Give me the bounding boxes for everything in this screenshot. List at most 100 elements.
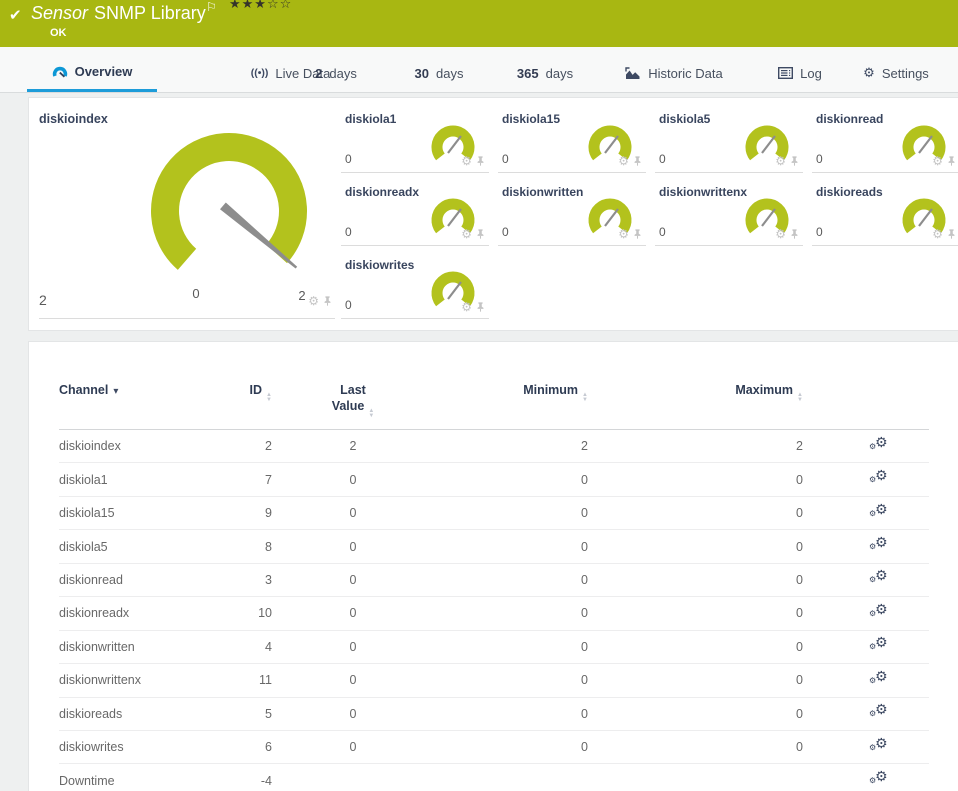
pin-icon[interactable] [789,155,800,167]
channel-maximum: 0 [588,730,803,765]
channel-name[interactable]: diskionwritten [59,630,214,665]
gear-icon[interactable]: ⚙ [308,295,319,307]
channel-settings-icon[interactable]: ⚙ ⚙ [869,535,889,553]
channel-minimum [434,763,588,791]
gauge-needle [447,135,462,154]
channel-last-value: 0 [272,496,434,531]
area-chart-icon [625,66,640,79]
channel-settings-icon[interactable]: ⚙ ⚙ [869,602,889,620]
tab-30-days[interactable]: 30 days [403,54,475,92]
channel-maximum: 2 [588,429,803,464]
table-row[interactable]: diskiowrites 6 0 0 0 ⚙ ⚙ [59,730,929,765]
gear-icon[interactable]: ⚙ [775,228,786,240]
channel-settings-icon[interactable]: ⚙ ⚙ [869,568,889,586]
channel-name[interactable]: diskioreads [59,697,214,731]
table-row[interactable]: diskionwritten 4 0 0 0 ⚙ ⚙ [59,630,929,665]
table-row[interactable]: diskiola15 9 0 0 0 ⚙ ⚙ [59,496,929,531]
channel-name[interactable]: diskionwrittenx [59,663,214,698]
channel-name[interactable]: diskioindex [59,429,214,464]
gauge-needle [761,208,776,227]
gauge-channel-name: diskionreadx [345,185,420,199]
tab-label: Log [800,65,822,81]
table-row[interactable]: diskionreadx 10 0 0 0 ⚙ ⚙ [59,596,929,631]
channel-settings-icon[interactable]: ⚙ ⚙ [869,435,889,453]
channel-name[interactable]: diskionreadx [59,596,214,631]
tab-365-days[interactable]: 365 days [503,54,587,92]
channel-settings-icon[interactable]: ⚙ ⚙ [869,468,889,486]
gauge-needle [761,135,776,154]
gear-icon[interactable]: ⚙ [618,155,629,167]
column-header-id[interactable]: ID ▲ ▼ [214,378,272,430]
gauge-cell: diskionreadx 0 ⚙ [341,173,489,246]
channel-settings-icon[interactable]: ⚙ ⚙ [869,702,889,720]
gauge-channel-name: diskioindex [39,112,108,126]
channel-settings-icon[interactable]: ⚙ ⚙ [869,669,889,687]
pin-icon[interactable] [632,228,643,240]
channel-name[interactable]: diskiola5 [59,529,214,564]
channel-id: 4 [214,630,272,665]
table-row[interactable]: diskionwrittenx 11 0 0 0 ⚙ ⚙ [59,663,929,698]
channel-id: 11 [214,663,272,698]
column-header-channel[interactable]: Channel ▾ [59,378,214,430]
tab-historic-data[interactable]: Historic Data [612,54,736,92]
channel-id: 9 [214,496,272,531]
gear-icon[interactable]: ⚙ [932,155,943,167]
channel-last-value: 0 [272,730,434,765]
gauge-needle [447,281,462,300]
channel-name[interactable]: diskiola1 [59,462,214,497]
channel-name[interactable]: diskiowrites [59,730,214,765]
priority-star-rating[interactable]: ★★★☆☆ [229,0,292,12]
channel-maximum: 0 [588,496,803,531]
gauge-cell: diskiola5 0 ⚙ [655,100,803,173]
channel-name[interactable]: diskionread [59,563,214,598]
pin-icon[interactable] [632,155,643,167]
sort-icon: ▲ ▼ [797,392,803,403]
gear-icon[interactable]: ⚙ [461,228,472,240]
channel-name[interactable]: Downtime [59,763,214,791]
pin-icon[interactable] [946,155,957,167]
sort-icon: ▲ ▼ [582,392,588,403]
pin-icon[interactable] [946,228,957,240]
pin-icon[interactable] [322,295,333,307]
channel-name[interactable]: diskiola15 [59,496,214,531]
gear-icon[interactable]: ⚙ [461,301,472,313]
channel-settings-icon[interactable]: ⚙ ⚙ [869,502,889,520]
gauge-needle [918,208,933,227]
gear-icon[interactable]: ⚙ [775,155,786,167]
table-row[interactable]: diskionread 3 0 0 0 ⚙ ⚙ [59,563,929,598]
tab-settings[interactable]: ⚙ Settings [845,54,947,92]
column-header-minimum[interactable]: Minimum ▲ ▼ [434,378,588,430]
pin-icon[interactable] [475,155,486,167]
sort-icon: ▲ ▼ [266,392,272,403]
channel-settings-icon[interactable]: ⚙ ⚙ [869,635,889,653]
gauge-cell: diskiola15 0 ⚙ [498,100,646,173]
channel-settings-icon[interactable]: ⚙ ⚙ [869,769,889,787]
table-row[interactable]: diskioindex 2 2 2 2 ⚙ ⚙ [59,429,929,464]
pin-icon[interactable] [475,228,486,240]
tab-2-days[interactable]: 2 days [300,54,372,92]
gauge-needle [447,208,462,227]
gear-icon[interactable]: ⚙ [618,228,629,240]
pin-icon[interactable] [789,228,800,240]
table-row[interactable]: diskiola1 7 0 0 0 ⚙ ⚙ [59,462,929,497]
table-row[interactable]: diskiola5 8 0 0 0 ⚙ ⚙ [59,529,929,564]
gauge-value: 0 [816,225,823,239]
column-header-maximum[interactable]: Maximum ▲ ▼ [588,378,803,430]
flag-icon[interactable]: ⚐ [206,0,217,14]
channel-last-value: 2 [272,429,434,464]
gear-icon[interactable]: ⚙ [932,228,943,240]
tab-log[interactable]: Log [768,54,832,92]
pin-icon[interactable] [475,301,486,313]
table-row[interactable]: diskioreads 5 0 0 0 ⚙ ⚙ [59,697,929,731]
tab-overview[interactable]: Overview [27,54,157,92]
channel-settings-icon[interactable]: ⚙ ⚙ [869,736,889,754]
table-row[interactable]: Downtime -4 ⚙ ⚙ [59,763,929,791]
channel-last-value: 0 [272,529,434,564]
gear-icon: ⚙ [863,65,875,80]
column-header-last-value[interactable]: Last Value ▲ ▼ [272,378,434,430]
gear-icon[interactable]: ⚙ [461,155,472,167]
gauge-dial [151,133,307,270]
channel-last-value: 0 [272,630,434,665]
status-badge: OK [50,27,67,39]
channel-id: -4 [214,763,272,791]
